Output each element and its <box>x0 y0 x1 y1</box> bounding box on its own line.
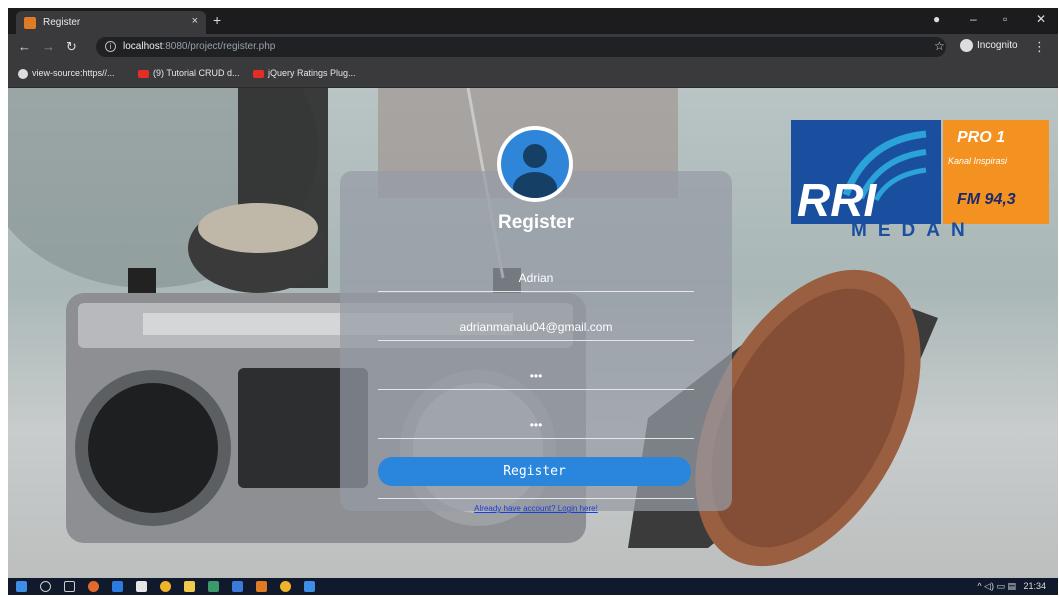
maximize-icon[interactable]: ▫ <box>1003 12 1007 26</box>
url-text: localhost:8080/project/register.php <box>123 41 276 52</box>
edge-icon[interactable] <box>112 581 123 592</box>
login-link[interactable]: Already have account? Login here! <box>378 504 694 513</box>
back-icon[interactable]: ← <box>18 39 31 54</box>
xampp-icon[interactable] <box>256 581 267 592</box>
task-view-icon[interactable] <box>64 581 75 592</box>
bookmark-jquery-ratings[interactable]: jQuery Ratings Plug... <box>253 68 356 78</box>
taskbar: ^ ◁) ▭ ▤ 21:34 <box>8 578 1058 595</box>
logo-frequency: FM 94,3 <box>957 191 1016 208</box>
firefox-icon[interactable] <box>88 581 99 592</box>
incognito-icon <box>960 39 973 52</box>
divider <box>378 498 694 499</box>
reload-icon[interactable]: ↻ <box>66 39 77 55</box>
app-icon[interactable] <box>208 581 219 592</box>
app-icon[interactable] <box>232 581 243 592</box>
app-icon[interactable] <box>304 581 315 592</box>
bookmark-tutorial-crud[interactable]: (9) Tutorial CRUD d... <box>138 68 240 78</box>
bookmark-view-source[interactable]: view-source:https//... <box>18 68 115 79</box>
globe-icon <box>18 68 28 79</box>
minimize-icon[interactable]: – <box>970 12 977 26</box>
logo-city: MEDAN <box>851 220 976 238</box>
store-icon[interactable] <box>136 581 147 592</box>
tab-title: Register <box>43 17 81 28</box>
favicon-icon <box>24 17 36 29</box>
file-explorer-icon[interactable] <box>184 581 195 592</box>
user-icon <box>501 130 569 198</box>
chrome-icon[interactable] <box>160 581 171 592</box>
form-title: Register <box>497 212 575 233</box>
start-icon[interactable] <box>16 581 27 592</box>
page-content: RRI PRO 1 Kanal Inspirasi FM 94,3 MEDAN … <box>8 88 1058 578</box>
avatar <box>497 126 573 202</box>
tab-register[interactable]: Register × <box>16 11 206 34</box>
tab-close-icon[interactable]: × <box>192 15 198 27</box>
browser-toolbar: ← → ↻ i localhost:8080/project/register.… <box>8 34 1058 60</box>
bookmark-star-icon[interactable]: ☆ <box>934 39 945 53</box>
search-icon[interactable] <box>40 581 51 592</box>
clock: 21:34 <box>1023 581 1046 591</box>
address-bar[interactable]: i localhost:8080/project/register.php <box>96 37 946 57</box>
youtube-icon <box>138 69 149 78</box>
logo-tagline: Kanal Inspirasi <box>948 156 1008 166</box>
bookmarks-bar: view-source:https//... (9) Tutorial CRUD… <box>8 60 1058 88</box>
chrome-icon[interactable] <box>280 581 291 592</box>
window-close-icon[interactable]: ✕ <box>1036 12 1046 26</box>
name-input[interactable]: Adrian <box>378 266 694 292</box>
new-tab-icon[interactable]: + <box>213 12 221 28</box>
tab-strip: Register × + ● – ▫ ✕ <box>8 8 1058 34</box>
confirm-password-input[interactable]: ••• <box>378 413 694 439</box>
browser-window: Register × + ● – ▫ ✕ ← → ↻ i localhost:8… <box>8 8 1058 595</box>
rri-logo: RRI PRO 1 Kanal Inspirasi FM 94,3 MEDAN <box>791 120 1049 238</box>
youtube-icon <box>253 69 264 78</box>
register-button[interactable]: Register <box>378 457 691 486</box>
profile-icon[interactable]: ● <box>933 12 940 26</box>
logo-brand: RRI <box>797 174 877 226</box>
site-info-icon[interactable]: i <box>105 41 116 52</box>
email-input[interactable]: adrianmanalu04@gmail.com <box>378 315 694 341</box>
logo-pro: PRO 1 <box>957 129 1005 146</box>
password-input[interactable]: ••• <box>378 364 694 390</box>
menu-icon[interactable]: ⋮ <box>1033 39 1046 55</box>
incognito-indicator[interactable]: Incognito <box>960 39 1018 52</box>
forward-icon[interactable]: → <box>42 39 55 54</box>
system-tray[interactable]: ^ ◁) ▭ ▤ 21:34 <box>977 581 1046 592</box>
